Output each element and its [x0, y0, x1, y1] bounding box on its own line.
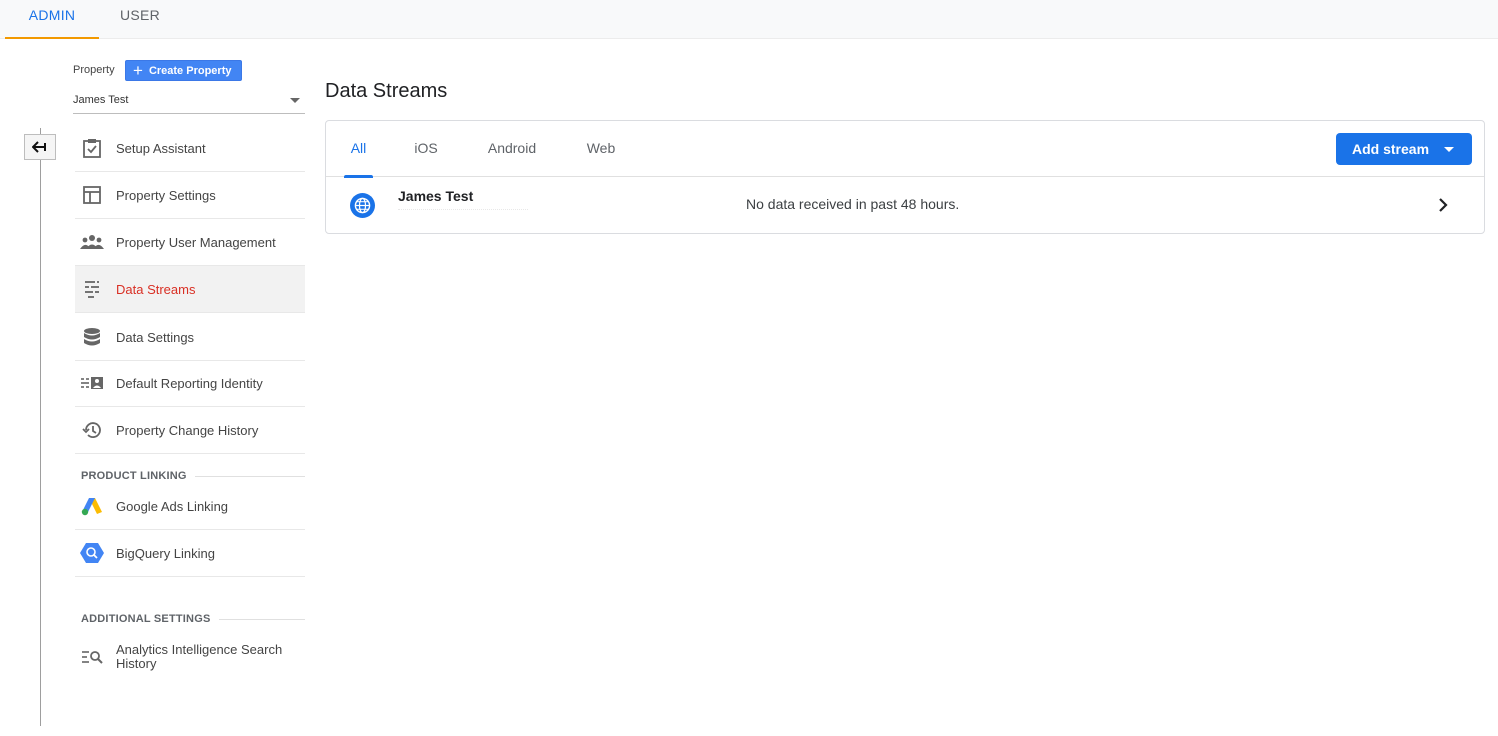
sidebar-item-google-ads-linking[interactable]: Google Ads Linking — [75, 483, 305, 530]
clipboard-check-icon — [80, 136, 104, 160]
sidebar-item-label: Analytics Intelligence Search History — [116, 641, 283, 671]
google-ads-icon — [80, 494, 104, 518]
sidebar-item-setup-assistant[interactable]: Setup Assistant — [75, 125, 305, 172]
sidebar-item-label: Default Reporting Identity — [116, 375, 263, 391]
people-icon — [80, 230, 104, 254]
tab-android[interactable]: Android — [481, 121, 543, 177]
sidebar-divider-line — [40, 128, 41, 726]
divider — [218, 618, 305, 620]
property-dropdown[interactable]: James Test — [73, 89, 305, 114]
caret-down-icon — [1444, 147, 1454, 152]
property-selected-value: James Test — [73, 94, 129, 106]
tab-ios[interactable]: iOS — [409, 121, 443, 177]
stream-row[interactable]: James Test No data received in past 48 h… — [326, 177, 1484, 234]
sidebar-item-analytics-intelligence-search-history[interactable]: Analytics Intelligence Search History — [75, 633, 305, 680]
tab-admin[interactable]: ADMIN — [5, 0, 99, 39]
sidebar-item-label: Property Settings — [116, 187, 216, 203]
sidebar-item-bigquery-linking[interactable]: BigQuery Linking — [75, 530, 305, 577]
stream-status: No data received in past 48 hours. — [746, 196, 960, 212]
page-title: Data Streams — [325, 80, 448, 102]
sidebar-item-label: Property User Management — [116, 234, 276, 250]
tab-user[interactable]: USER — [104, 0, 176, 39]
tab-label: Android — [487, 140, 537, 156]
additional-settings-heading: ADDITIONAL SETTINGS — [81, 613, 305, 625]
divider — [194, 475, 305, 477]
reporting-identity-icon — [80, 371, 104, 395]
collapse-sidebar-button[interactable] — [24, 134, 56, 160]
tab-web[interactable]: Web — [580, 121, 622, 177]
history-icon — [80, 418, 104, 442]
add-stream-button[interactable]: Add stream — [1336, 133, 1472, 165]
caret-down-icon — [290, 98, 300, 103]
tab-label: iOS — [414, 140, 438, 156]
sidebar-item-property-settings[interactable]: Property Settings — [75, 172, 305, 219]
sidebar-item-property-user-management[interactable]: Property User Management — [75, 219, 305, 266]
layout-icon — [80, 183, 104, 207]
sidebar-item-data-settings[interactable]: Data Settings — [75, 314, 305, 361]
stream-filter-tabs: All iOS Android Web Add stream — [326, 121, 1484, 178]
data-streams-icon — [80, 277, 104, 301]
create-property-button[interactable]: + Create Property — [125, 60, 242, 81]
globe-icon — [350, 193, 375, 218]
database-icon — [80, 325, 104, 349]
create-property-label: Create Property — [148, 64, 232, 77]
bigquery-icon — [80, 541, 104, 565]
sidebar-item-label: Data Settings — [116, 329, 195, 345]
sidebar-item-label: Property Change History — [116, 422, 259, 438]
arrow-left-icon — [32, 141, 46, 153]
sidebar-item-property-change-history[interactable]: Property Change History — [75, 407, 305, 454]
property-label: Property — [73, 64, 115, 76]
stream-url-placeholder — [398, 209, 528, 215]
tab-all[interactable]: All — [344, 121, 373, 178]
search-history-icon — [80, 645, 104, 669]
tab-label: All — [350, 140, 367, 156]
top-tab-bar: ADMIN USER — [0, 0, 1498, 39]
sidebar-item-default-reporting-identity[interactable]: Default Reporting Identity — [75, 360, 305, 407]
data-streams-card: All iOS Android Web Add stream James Tes… — [325, 120, 1485, 234]
plus-icon: + — [133, 61, 143, 80]
product-linking-heading: PRODUCT LINKING — [81, 470, 305, 482]
stream-name: James Test — [398, 188, 474, 204]
sidebar-item-label: BigQuery Linking — [116, 545, 215, 561]
sidebar-item-label: Setup Assistant — [116, 140, 206, 156]
add-stream-label: Add stream — [1352, 141, 1430, 157]
sidebar-item-data-streams[interactable]: Data Streams — [75, 266, 305, 313]
tab-label: Web — [586, 140, 616, 156]
section-heading-label: PRODUCT LINKING — [81, 470, 187, 482]
section-heading-label: ADDITIONAL SETTINGS — [81, 613, 211, 625]
sidebar-item-label: Google Ads Linking — [116, 498, 229, 514]
chevron-right-icon[interactable] — [1438, 197, 1448, 218]
sidebar-item-label: Data Streams — [116, 281, 196, 297]
